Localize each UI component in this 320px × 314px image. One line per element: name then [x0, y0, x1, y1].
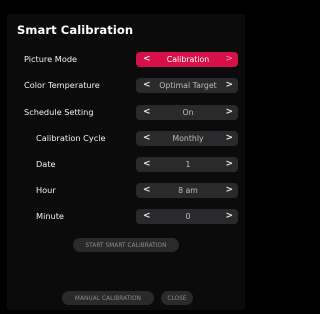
chevron-right-icon[interactable]: >	[225, 157, 233, 172]
date-value: 1	[185, 160, 191, 169]
chevron-right-icon[interactable]: >	[225, 105, 233, 120]
picture-mode-value: Calibration	[166, 55, 210, 64]
minute-label: Minute	[36, 211, 64, 221]
row-calibration-cycle: Calibration Cycle < Monthly >	[0, 131, 251, 147]
close-button[interactable]: CLOSE	[161, 291, 193, 305]
hour-selector[interactable]: < 8 am >	[136, 183, 238, 198]
start-smart-calibration-button[interactable]: START SMART CALIBRATION	[73, 238, 179, 252]
chevron-left-icon[interactable]: <	[143, 157, 151, 172]
chevron-left-icon[interactable]: <	[143, 105, 151, 120]
chevron-right-icon[interactable]: >	[225, 209, 233, 224]
chevron-right-icon[interactable]: >	[225, 183, 233, 198]
chevron-right-icon[interactable]: >	[225, 52, 233, 67]
color-temperature-label: Color Temperature	[24, 80, 100, 90]
row-date: Date < 1 >	[0, 157, 251, 173]
calibration-cycle-value: Monthly	[172, 134, 204, 143]
chevron-left-icon[interactable]: <	[143, 78, 151, 93]
chevron-left-icon[interactable]: <	[143, 209, 151, 224]
chevron-left-icon[interactable]: <	[143, 52, 151, 67]
chevron-right-icon[interactable]: >	[225, 78, 233, 93]
hour-label: Hour	[36, 185, 56, 195]
chevron-left-icon[interactable]: <	[143, 183, 151, 198]
row-picture-mode: Picture Mode < Calibration >	[0, 52, 251, 68]
picture-mode-selector[interactable]: < Calibration >	[136, 52, 238, 67]
hour-value: 8 am	[178, 186, 198, 195]
color-temperature-selector[interactable]: < Optimal Target >	[136, 78, 238, 93]
row-minute: Minute < 0 >	[0, 209, 251, 225]
row-schedule-setting: Schedule Setting < On >	[0, 105, 251, 121]
minute-value: 0	[185, 212, 191, 221]
picture-mode-label: Picture Mode	[24, 54, 78, 64]
chevron-right-icon[interactable]: >	[225, 131, 233, 146]
date-selector[interactable]: < 1 >	[136, 157, 238, 172]
schedule-setting-value: On	[182, 108, 194, 117]
manual-calibration-button[interactable]: MANUAL CALIBRATION	[62, 291, 154, 305]
schedule-setting-selector[interactable]: < On >	[136, 105, 238, 120]
minute-selector[interactable]: < 0 >	[136, 209, 238, 224]
chevron-left-icon[interactable]: <	[143, 131, 151, 146]
row-color-temperature: Color Temperature < Optimal Target >	[0, 78, 251, 94]
schedule-setting-label: Schedule Setting	[24, 107, 94, 117]
date-label: Date	[36, 159, 56, 169]
color-temperature-value: Optimal Target	[159, 81, 217, 90]
calibration-cycle-label: Calibration Cycle	[36, 133, 106, 143]
calibration-cycle-selector[interactable]: < Monthly >	[136, 131, 238, 146]
panel-title: Smart Calibration	[17, 23, 134, 37]
row-hour: Hour < 8 am >	[0, 183, 251, 199]
